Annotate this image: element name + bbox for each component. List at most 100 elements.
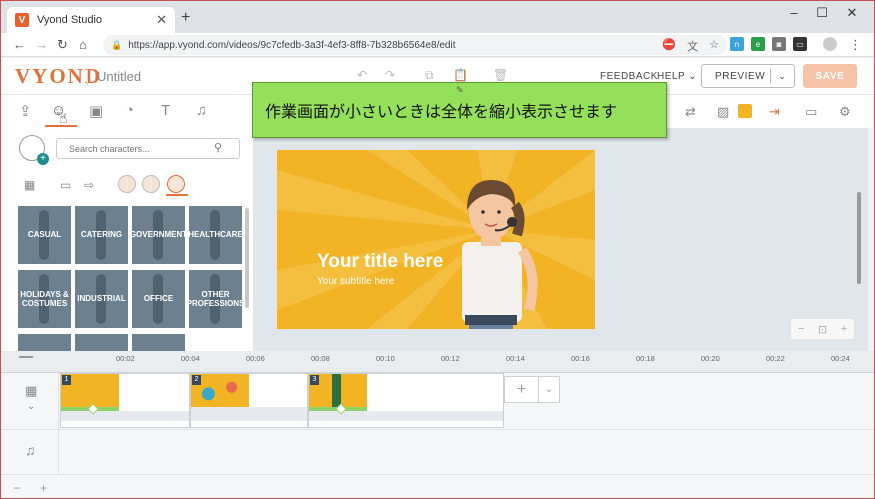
home-icon[interactable]: ⌂: [79, 37, 87, 52]
help-menu[interactable]: HELP ⌄: [657, 71, 697, 82]
timeline-zoom-out-icon[interactable]: −: [13, 481, 20, 495]
swap-icon[interactable]: ⇄: [685, 104, 696, 120]
settings-gear-icon[interactable]: ⚙: [839, 104, 851, 120]
evernote-extension-icon[interactable]: e: [751, 37, 765, 51]
folder-icon[interactable]: ▭: [60, 178, 71, 192]
category-healthcare[interactable]: HEALTHCARE: [189, 206, 242, 264]
document-title[interactable]: Untitled: [97, 69, 141, 84]
zoom-in-icon[interactable]: +: [841, 323, 847, 335]
character-search-input[interactable]: [56, 138, 240, 159]
screen-extension-icon[interactable]: ▭: [793, 37, 807, 51]
category-government[interactable]: GOVERNMENT: [132, 206, 185, 264]
film-filter-icon[interactable]: ▦: [24, 178, 35, 192]
category-catering[interactable]: CATERING: [75, 206, 128, 264]
style-avatar-1[interactable]: [118, 175, 136, 193]
video-camera-icon[interactable]: ▭: [805, 104, 817, 120]
category-tile-partial[interactable]: [18, 334, 71, 351]
props-icon[interactable]: ▣: [89, 102, 103, 120]
browser-window: V Vyond Studio ✕ + – ☐ ✕ ← → ↻ ⌂ 🔒 https…: [0, 0, 875, 499]
feedback-link[interactable]: FEEDBACK: [600, 71, 658, 82]
category-label: INDUSTRIAL: [77, 294, 126, 304]
chevron-down-icon: ⌄: [688, 71, 698, 82]
scene-title-text[interactable]: Your title here: [317, 251, 443, 273]
fit-screen-icon[interactable]: ⊡: [818, 323, 827, 336]
bookmark-star-icon[interactable]: ☆: [709, 38, 719, 54]
url-field[interactable]: 🔒 https://app.vyond.com/videos/9c7cfedb-…: [103, 35, 727, 55]
new-tab-icon[interactable]: +: [181, 9, 190, 27]
extension-icon[interactable]: n: [730, 37, 744, 51]
copy-icon[interactable]: ⧉: [425, 68, 434, 83]
scene-clip-1[interactable]: 1: [60, 373, 190, 428]
category-casual[interactable]: CASUAL: [18, 206, 71, 264]
style-avatar-3[interactable]: [167, 175, 185, 193]
scene-subtitle-text[interactable]: Your subtitle here: [317, 276, 394, 287]
translate-icon[interactable]: 文: [687, 38, 698, 54]
time-tick: 00:10: [376, 354, 395, 363]
vyond-favicon-icon: V: [15, 13, 29, 27]
time-tick: 00:18: [636, 354, 655, 363]
upload-icon[interactable]: ⇪: [19, 102, 32, 120]
zoom-out-icon[interactable]: −: [798, 323, 804, 335]
category-industrial[interactable]: INDUSTRIAL: [75, 270, 128, 328]
plus-icon: +: [37, 153, 49, 165]
reload-icon[interactable]: ↻: [57, 37, 68, 53]
profile-avatar-icon[interactable]: [823, 37, 837, 51]
category-tile-partial[interactable]: [132, 334, 185, 351]
save-button[interactable]: SAVE: [803, 64, 857, 88]
stage-vertical-scrollbar[interactable]: [857, 192, 861, 284]
enter-scene-icon[interactable]: ⇥: [769, 104, 780, 120]
maximize-icon[interactable]: ☐: [809, 5, 835, 21]
camera-extension-icon[interactable]: ◙: [772, 37, 786, 51]
preview-button[interactable]: PREVIEW ⌄: [701, 64, 795, 88]
music-note-icon: ♫: [25, 442, 36, 458]
chevron-down-icon[interactable]: ⌄: [27, 401, 35, 412]
delete-icon[interactable]: 🗑: [493, 68, 508, 82]
time-ruler[interactable]: 00:02 00:04 00:06 00:08 00:10 00:12 00:1…: [1, 351, 874, 373]
folder-import-icon[interactable]: ⇨: [84, 178, 94, 192]
back-icon[interactable]: ←: [13, 37, 26, 52]
audio-track: ♫: [1, 430, 874, 475]
preview-label: PREVIEW: [715, 70, 766, 82]
browser-tab[interactable]: V Vyond Studio ✕: [7, 7, 175, 33]
undo-icon[interactable]: ↶: [357, 68, 367, 82]
add-scene-dropdown-icon[interactable]: ⌄: [539, 377, 559, 402]
panel-scrollbar[interactable]: [245, 208, 249, 308]
add-scene-button[interactable]: +: [505, 377, 539, 402]
time-tick: 00:06: [246, 354, 265, 363]
category-other-professions[interactable]: OTHER PROFESSIONS: [189, 270, 242, 328]
tooltip-text: 作業画面が小さいときは全体を縮小表示させます: [265, 104, 618, 121]
clip-lane: [61, 411, 189, 421]
category-office[interactable]: OFFICE: [132, 270, 185, 328]
window-close-icon[interactable]: ✕: [839, 5, 865, 21]
add-character-icon[interactable]: +: [19, 135, 49, 165]
scene-clip-3[interactable]: 3: [308, 373, 504, 428]
background-color-swatch[interactable]: [738, 104, 752, 118]
category-tile-partial[interactable]: [75, 334, 128, 351]
category-label: CASUAL: [27, 230, 62, 240]
header-divider: [87, 68, 88, 86]
redo-icon[interactable]: ↷: [385, 68, 395, 82]
category-label: HOLIDAYS & COSTUMES: [20, 289, 69, 308]
collapse-handle[interactable]: [19, 356, 33, 358]
time-tick: 00:12: [441, 354, 460, 363]
character-library-panel: + ⚲ ▦ ▭ ⇨ CASUAL CATERING GOVERNMENT HEA…: [1, 128, 254, 351]
image-icon[interactable]: ▨: [717, 104, 729, 120]
minimize-icon[interactable]: –: [781, 5, 807, 20]
scene-clip-2[interactable]: 2: [190, 373, 308, 428]
help-label: HELP: [657, 71, 685, 82]
audio-icon[interactable]: ♫: [196, 102, 207, 119]
timeline-zoom-in-icon[interactable]: +: [40, 481, 47, 495]
category-holidays-costumes[interactable]: HOLIDAYS & COSTUMES: [18, 270, 71, 328]
scene-canvas[interactable]: Your title here Your subtitle here: [277, 150, 595, 329]
search-icon[interactable]: ⚲: [214, 141, 222, 154]
close-tab-icon[interactable]: ✕: [156, 12, 167, 28]
text-icon[interactable]: T: [161, 102, 170, 119]
style-avatar-2[interactable]: [142, 175, 160, 193]
charts-icon[interactable]: ◔: [125, 102, 134, 119]
browser-menu-icon[interactable]: ⋮: [849, 37, 862, 53]
paste-icon[interactable]: 📋: [453, 68, 468, 82]
forward-icon[interactable]: →: [35, 37, 48, 52]
clip-number: 3: [310, 375, 319, 385]
preview-dropdown-chevron-icon[interactable]: ⌄: [771, 71, 794, 82]
blocked-content-icon[interactable]: ⛔: [662, 38, 676, 54]
